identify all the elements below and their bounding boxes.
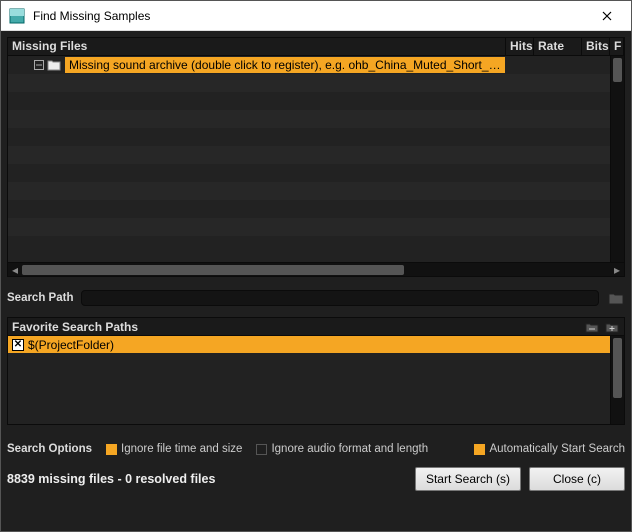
col-f[interactable]: F: [610, 38, 624, 55]
favorite-paths-rows: ✕ $(ProjectFolder): [8, 336, 610, 424]
col-rate[interactable]: Rate: [534, 38, 582, 55]
table-row: [8, 92, 610, 110]
table-row: [8, 218, 610, 236]
search-path-label: Search Path: [7, 292, 73, 304]
scrollbar-thumb[interactable]: [613, 58, 622, 82]
favorite-enabled-checkbox[interactable]: ✕: [12, 339, 24, 351]
scrollbar-track[interactable]: [22, 265, 610, 275]
checkbox-icon[interactable]: [106, 444, 117, 455]
titlebar: Find Missing Samples: [1, 1, 631, 31]
search-path-row: Search Path: [7, 289, 625, 307]
scrollbar-thumb[interactable]: [22, 265, 404, 275]
search-options-row: Search Options Ignore file time and size…: [7, 443, 625, 455]
col-hits[interactable]: Hits: [506, 38, 534, 55]
table-row: [8, 110, 610, 128]
window: Find Missing Samples Missing Files Hits …: [0, 0, 632, 532]
add-favorite-button[interactable]: [604, 319, 620, 335]
footer: 8839 missing files - 0 resolved files St…: [7, 465, 625, 499]
option-ignore-time[interactable]: Ignore file time and size: [106, 443, 242, 455]
option-ignore-audio-label: Ignore audio format and length: [271, 443, 428, 455]
scroll-right-icon[interactable]: ▸: [610, 263, 624, 277]
favorite-paths-title: Favorite Search Paths: [12, 320, 138, 334]
table-row: [8, 164, 610, 182]
favorite-paths-header: Favorite Search Paths: [8, 318, 624, 336]
scroll-left-icon[interactable]: ◂: [8, 263, 22, 277]
option-auto-start-label: Automatically Start Search: [489, 443, 625, 455]
scrollbar-thumb[interactable]: [613, 338, 622, 398]
col-missing-files[interactable]: Missing Files: [8, 38, 506, 55]
folder-icon: [47, 59, 61, 71]
tree-root-row[interactable]: Missing sound archive (double click to r…: [8, 56, 610, 74]
browse-folder-button[interactable]: [607, 289, 625, 307]
vertical-scrollbar[interactable]: [610, 56, 624, 262]
horizontal-scrollbar[interactable]: ◂ ▸: [8, 262, 624, 276]
tree-root-label: Missing sound archive (double click to r…: [65, 57, 505, 73]
grid-body: Missing sound archive (double click to r…: [8, 56, 624, 262]
table-row: [8, 74, 610, 92]
grid-rows: Missing sound archive (double click to r…: [8, 56, 610, 262]
remove-favorite-button[interactable]: [584, 319, 600, 335]
favorite-paths-panel: Favorite Search Paths ✕ $(ProjectFolder): [7, 317, 625, 425]
option-auto-start[interactable]: Automatically Start Search: [474, 443, 625, 455]
search-options-label: Search Options: [7, 443, 92, 455]
favorite-path-row[interactable]: ✕ $(ProjectFolder): [8, 336, 610, 353]
favorite-paths-body: ✕ $(ProjectFolder): [8, 336, 624, 424]
table-row: [8, 200, 610, 218]
table-row: [8, 128, 610, 146]
close-button[interactable]: Close (c): [529, 467, 625, 491]
table-row: [8, 182, 610, 200]
grid-header: Missing Files Hits Rate Bits F: [8, 38, 624, 56]
status-text: 8839 missing files - 0 resolved files: [7, 472, 407, 486]
dialog-body: Missing Files Hits Rate Bits F Missing s: [1, 31, 631, 531]
vertical-scrollbar[interactable]: [610, 336, 624, 424]
checkbox-icon[interactable]: [256, 444, 267, 455]
tree-collapse-icon[interactable]: [34, 60, 44, 70]
window-title: Find Missing Samples: [33, 9, 585, 23]
table-row: [8, 236, 610, 254]
col-bits[interactable]: Bits: [582, 38, 610, 55]
missing-files-panel: Missing Files Hits Rate Bits F Missing s: [7, 37, 625, 277]
table-row: [8, 146, 610, 164]
option-ignore-audio[interactable]: Ignore audio format and length: [256, 443, 428, 455]
start-search-button[interactable]: Start Search (s): [415, 467, 521, 491]
window-close-button[interactable]: [585, 2, 629, 30]
search-path-input[interactable]: [81, 290, 599, 306]
favorite-path-label: $(ProjectFolder): [28, 338, 114, 352]
app-icon: [9, 8, 25, 24]
checkbox-icon[interactable]: [474, 444, 485, 455]
option-ignore-time-label: Ignore file time and size: [121, 443, 242, 455]
